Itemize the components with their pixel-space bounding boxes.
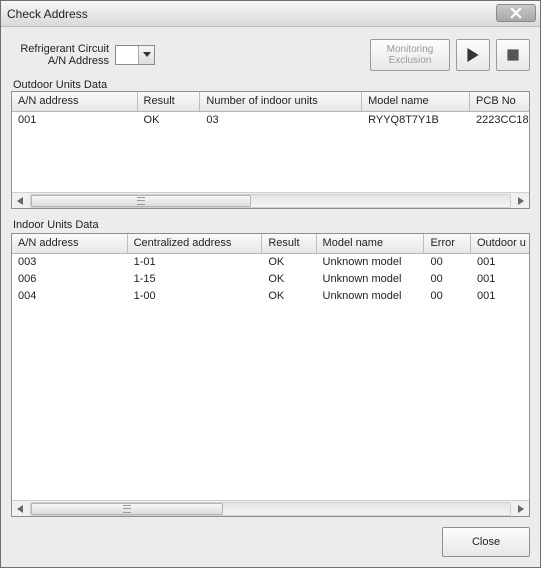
indoor-hscroll[interactable] [12,500,529,516]
scroll-left-icon[interactable] [12,502,28,516]
cell: OK [262,254,316,271]
cell: 00 [424,254,471,271]
refrigerant-label-line1: Refrigerant Circuit [11,43,109,55]
indoor-section-label: Indoor Units Data [11,219,530,231]
outdoor-header[interactable]: A/N address Result Number of indoor unit… [12,92,529,112]
cell: 001 [12,112,138,129]
play-button[interactable] [456,39,490,71]
cell: 03 [200,112,362,129]
table-row[interactable]: 0061-15OKUnknown model00001 [12,271,529,288]
cell: Unknown model [317,288,425,305]
scroll-thumb[interactable] [31,195,251,207]
outdoor-grid: A/N address Result Number of indoor unit… [11,91,530,209]
cell: 1-15 [128,271,263,288]
col-in-model[interactable]: Model name [317,234,425,253]
monitoring-exclusion-button[interactable]: Monitoring Exclusion [370,39,450,71]
window: Check Address Refrigerant Circuit A/N Ad… [0,0,541,568]
table-row[interactable]: 0041-00OKUnknown model00001 [12,288,529,305]
cell: 001 [471,271,529,288]
cell: OK [262,271,316,288]
stop-icon [506,48,520,62]
scroll-left-icon[interactable] [12,194,28,208]
chevron-down-icon [143,52,151,58]
col-centralized[interactable]: Centralized address [128,234,263,253]
scroll-track[interactable] [30,194,511,208]
an-address-dropdown[interactable] [115,45,155,65]
monitoring-line1: Monitoring [387,44,434,55]
cell: OK [262,288,316,305]
col-pcb-no[interactable]: PCB No [470,92,529,111]
close-icon [510,7,522,19]
cell: Unknown model [317,271,425,288]
cell: RYYQ8T7Y1B [362,112,470,129]
monitoring-line2: Exclusion [389,55,432,66]
outdoor-section-label: Outdoor Units Data [11,79,530,91]
outdoor-body: 001OK03RYYQ8T7Y1B2223CC18 [12,112,529,192]
close-button[interactable]: Close [442,527,530,557]
cell: 00 [424,288,471,305]
col-model-name[interactable]: Model name [362,92,470,111]
scroll-right-icon[interactable] [513,194,529,208]
col-outdoor[interactable]: Outdoor u [471,234,529,253]
scroll-right-icon[interactable] [513,502,529,516]
cell: 004 [12,288,128,305]
indoor-grid: A/N address Centralized address Result M… [11,233,530,517]
play-icon [466,48,480,62]
col-in-result[interactable]: Result [262,234,316,253]
table-row[interactable]: 0031-01OKUnknown model00001 [12,254,529,271]
scroll-thumb[interactable] [31,503,223,515]
col-in-an-address[interactable]: A/N address [12,234,128,253]
col-result[interactable]: Result [138,92,201,111]
table-row[interactable]: 001OK03RYYQ8T7Y1B2223CC18 [12,112,529,129]
col-error[interactable]: Error [424,234,471,253]
window-close-button[interactable] [496,4,536,22]
outdoor-hscroll[interactable] [12,192,529,208]
cell: 1-01 [128,254,263,271]
cell: Unknown model [317,254,425,271]
scroll-track[interactable] [30,502,511,516]
footer: Close [11,517,530,557]
cell: OK [138,112,201,129]
dropdown-button[interactable] [138,46,154,64]
indoor-header[interactable]: A/N address Centralized address Result M… [12,234,529,254]
refrigerant-label-line2: A/N Address [11,55,109,67]
close-button-label: Close [472,536,500,548]
content: Refrigerant Circuit A/N Address Monitori… [1,27,540,567]
cell: 1-00 [128,288,263,305]
cell: 2223CC18 [470,112,529,129]
stop-button[interactable] [496,39,530,71]
cell: 003 [12,254,128,271]
refrigerant-label: Refrigerant Circuit A/N Address [11,43,109,67]
window-title: Check Address [7,7,88,21]
titlebar[interactable]: Check Address [1,1,540,27]
col-num-indoor[interactable]: Number of indoor units [200,92,362,111]
indoor-body: 0031-01OKUnknown model000010061-15OKUnkn… [12,254,529,500]
cell: 006 [12,271,128,288]
cell: 001 [471,288,529,305]
toolbar: Refrigerant Circuit A/N Address Monitori… [11,35,530,75]
cell: 00 [424,271,471,288]
col-an-address[interactable]: A/N address [12,92,138,111]
cell: 001 [471,254,529,271]
